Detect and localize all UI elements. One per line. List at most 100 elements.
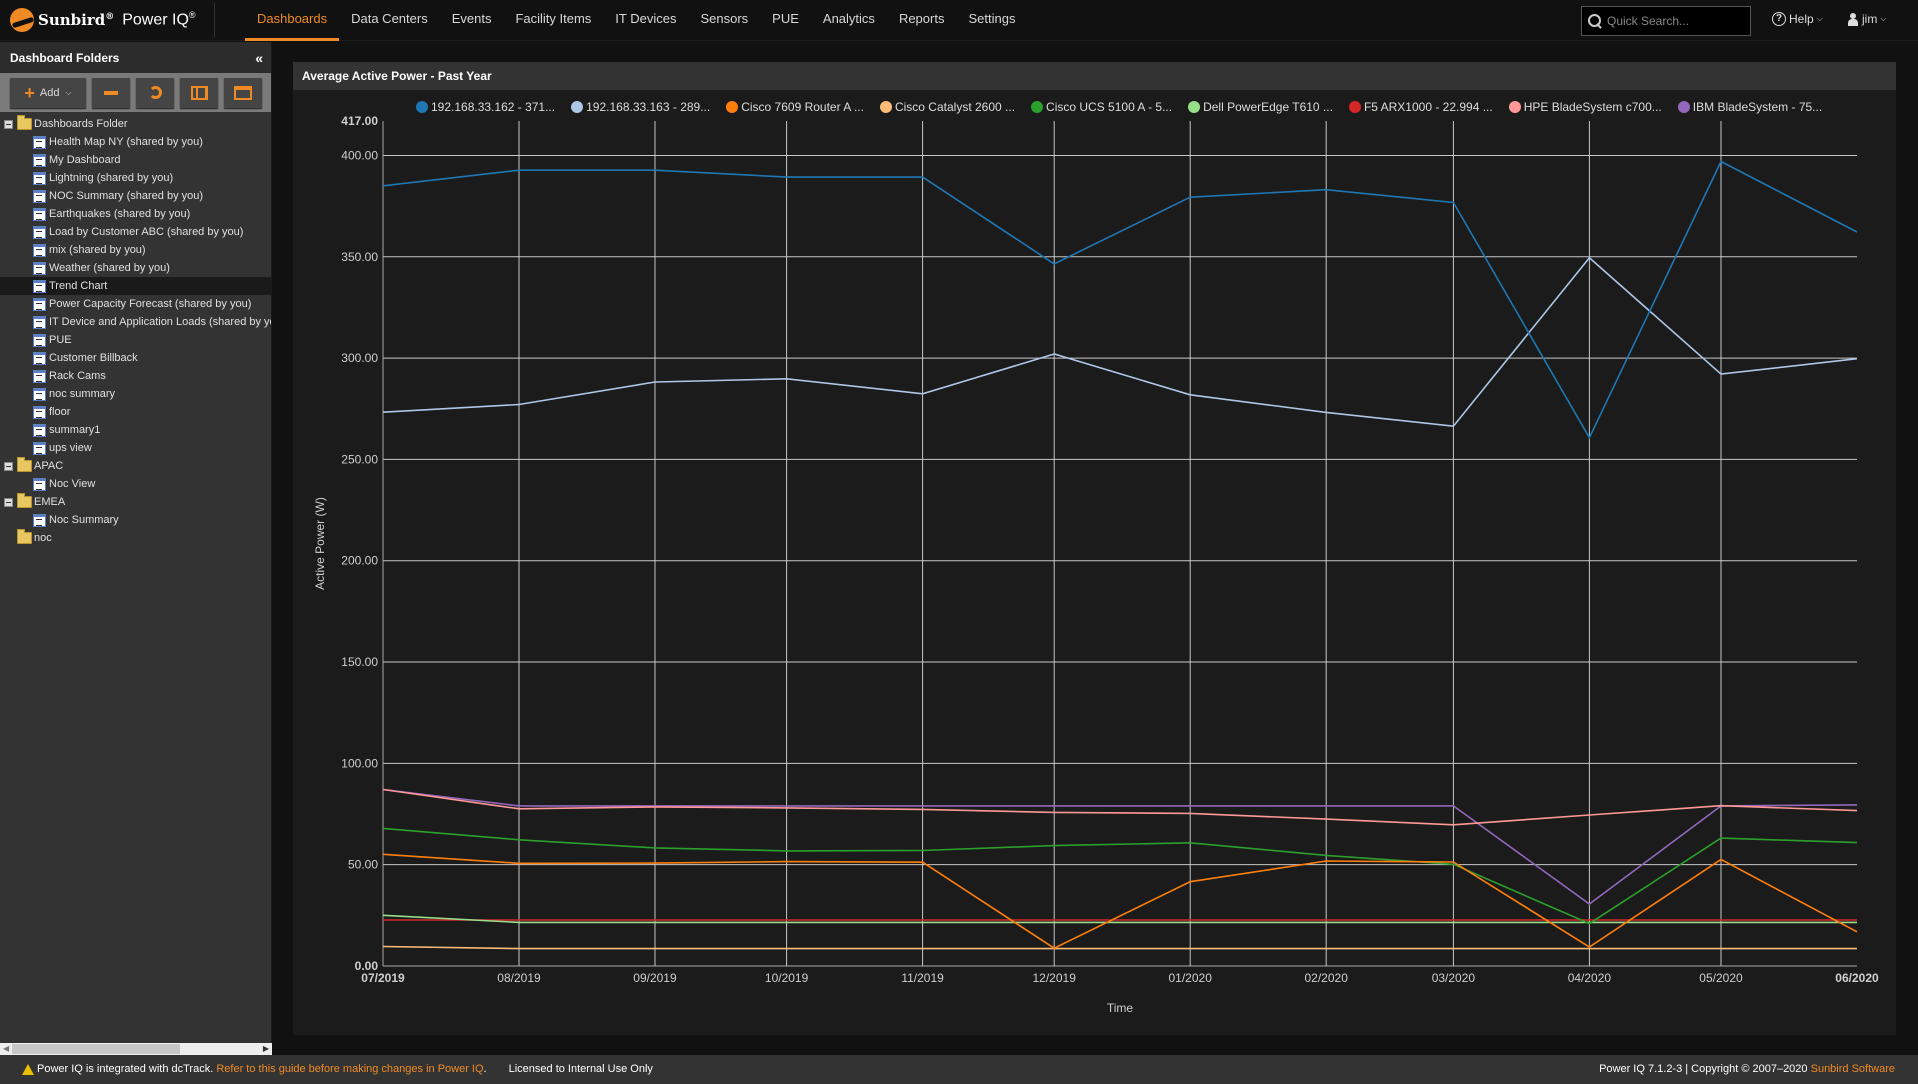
- tree-item[interactable]: mix (shared by you): [0, 241, 271, 259]
- tree-item[interactable]: noc summary: [0, 385, 271, 403]
- horizontal-scrollbar[interactable]: ◀ ▶: [0, 1043, 272, 1055]
- scroll-left-icon[interactable]: ◀: [3, 1043, 9, 1055]
- sidebar-toolbar: + Add ⌵: [0, 73, 271, 112]
- tree-label: Load by Customer ABC (shared by you): [49, 226, 244, 238]
- dashboard-icon: [33, 225, 46, 239]
- nav-events[interactable]: Events: [440, 0, 504, 41]
- y-tick-label: 250.00: [341, 452, 378, 466]
- nav-dashboards[interactable]: Dashboards: [245, 0, 340, 41]
- nav-settings[interactable]: Settings: [956, 0, 1027, 41]
- user-menu[interactable]: jim ⌵: [1848, 12, 1886, 26]
- add-button[interactable]: + Add ⌵: [10, 77, 86, 108]
- scrollbar-thumb[interactable]: [12, 1044, 180, 1054]
- tree-item[interactable]: Lightning (shared by you): [0, 169, 271, 187]
- brand[interactable]: Sunbird® Power IQ®: [10, 8, 196, 32]
- main-nav: Dashboards Data Centers Events Facility Ite…: [245, 0, 1027, 41]
- folder-icon: [17, 493, 32, 508]
- tree-folder[interactable]: noc: [0, 529, 271, 547]
- sidebar-header: Dashboard Folders «: [0, 42, 271, 73]
- slideshow-button[interactable]: [180, 77, 218, 108]
- notice-text: Power IQ is integrated with dcTrack.: [37, 1063, 214, 1075]
- nav-data-centers[interactable]: Data Centers: [339, 0, 440, 41]
- tree-item[interactable]: Health Map NY (shared by you): [0, 133, 271, 151]
- tree-item[interactable]: Noc View: [0, 475, 271, 493]
- nav-reports[interactable]: Reports: [887, 0, 957, 41]
- collapse-sidebar-icon[interactable]: «: [255, 50, 263, 66]
- refresh-button[interactable]: [136, 77, 174, 108]
- user-icon: [1848, 12, 1858, 26]
- series-line-cisco-catalyst-2600: [382, 945, 1857, 950]
- y-tick-label: 400.00: [341, 148, 378, 162]
- x-tick-label: 02/2020: [1304, 971, 1348, 985]
- tree-item[interactable]: Customer Billback: [0, 349, 271, 367]
- company-link[interactable]: Sunbird Software: [1811, 1063, 1895, 1075]
- dashboard-icon: [33, 171, 46, 185]
- y-tick-label: 150.00: [341, 655, 378, 669]
- tree-item[interactable]: summary1: [0, 421, 271, 439]
- dashboard-icon: [33, 315, 46, 329]
- dashboard-icon: [33, 279, 46, 293]
- add-label: Add: [39, 86, 60, 99]
- dashboard-icon: [33, 387, 46, 401]
- tree-folder[interactable]: APAC: [0, 457, 271, 475]
- remove-button[interactable]: [92, 77, 130, 108]
- y-tick-label: 300.00: [341, 351, 378, 365]
- tree-label: NOC Summary (shared by you): [49, 190, 204, 202]
- tree-label: floor: [49, 406, 71, 418]
- x-axis-label: Time: [1107, 1001, 1134, 1015]
- collapse-toggle-icon[interactable]: [4, 497, 13, 507]
- help-menu[interactable]: ? Help ⌵: [1772, 12, 1823, 26]
- tree-item[interactable]: Power Capacity Forecast (shared by you): [0, 295, 271, 313]
- tree-item[interactable]: My Dashboard: [0, 151, 271, 169]
- guide-link[interactable]: Refer to this guide before making change…: [216, 1063, 483, 1075]
- collapse-toggle-icon[interactable]: [4, 461, 13, 471]
- quick-search-input[interactable]: [1607, 14, 1747, 28]
- tree-item[interactable]: IT Device and Application Loads (shared …: [0, 313, 271, 331]
- line-chart: 0.0050.00100.00150.00200.00250.00300.003…: [313, 114, 1879, 1015]
- tree-label: Trend Chart: [49, 280, 108, 292]
- tree-label: My Dashboard: [49, 154, 121, 166]
- footer: Power IQ is integrated with dcTrack. Ref…: [0, 1055, 1918, 1084]
- film-icon: [190, 85, 208, 100]
- tree-folder[interactable]: EMEA: [0, 493, 271, 511]
- folder-icon: [17, 457, 32, 472]
- warning-icon: [22, 1063, 34, 1075]
- series-line-ibm-bladesystem-75: [382, 788, 1858, 905]
- x-tick-label: 06/2020: [1835, 971, 1879, 985]
- x-tick-label: 03/2020: [1432, 971, 1476, 985]
- window-button[interactable]: [224, 77, 262, 108]
- dashboard-icon: [33, 333, 46, 347]
- nav-pue[interactable]: PUE: [760, 0, 811, 41]
- chevron-down-icon: ⌵: [65, 87, 72, 97]
- tree-label: Noc Summary: [49, 514, 119, 526]
- tree-item[interactable]: NOC Summary (shared by you): [0, 187, 271, 205]
- nav-sensors[interactable]: Sensors: [688, 0, 760, 41]
- tree-item[interactable]: Earthquakes (shared by you): [0, 205, 271, 223]
- scroll-right-icon[interactable]: ▶: [263, 1043, 269, 1055]
- tree-item[interactable]: ups view: [0, 439, 271, 457]
- quick-search[interactable]: [1581, 6, 1751, 36]
- dashboard-icon: [33, 513, 46, 527]
- collapse-toggle-icon[interactable]: [4, 119, 13, 129]
- panel-header: Average Active Power - Past Year: [293, 62, 1896, 90]
- dashboard-icon: [33, 477, 46, 491]
- tree-item[interactable]: floor: [0, 403, 271, 421]
- tree-item[interactable]: Trend Chart: [0, 277, 271, 295]
- tree-label: Weather (shared by you): [49, 262, 170, 274]
- notice-end: .: [483, 1063, 487, 1075]
- tree-item[interactable]: Weather (shared by you): [0, 259, 271, 277]
- tree-label: Noc View: [49, 478, 96, 490]
- tree-item[interactable]: Noc Summary: [0, 511, 271, 529]
- y-tick-label: 100.00: [341, 756, 378, 770]
- tree-label: Health Map NY (shared by you): [49, 136, 203, 148]
- tree-item[interactable]: PUE: [0, 331, 271, 349]
- dashboard-icon: [33, 405, 46, 419]
- nav-facility-items[interactable]: Facility Items: [503, 0, 603, 41]
- nav-it-devices[interactable]: IT Devices: [603, 0, 688, 41]
- nav-analytics[interactable]: Analytics: [811, 0, 887, 41]
- tree-folder[interactable]: Dashboards Folder: [0, 115, 271, 133]
- tree-item[interactable]: Rack Cams: [0, 367, 271, 385]
- tree-item[interactable]: Load by Customer ABC (shared by you): [0, 223, 271, 241]
- x-tick-label: 07/2019: [361, 971, 405, 985]
- brand-name: Sunbird®: [38, 11, 115, 29]
